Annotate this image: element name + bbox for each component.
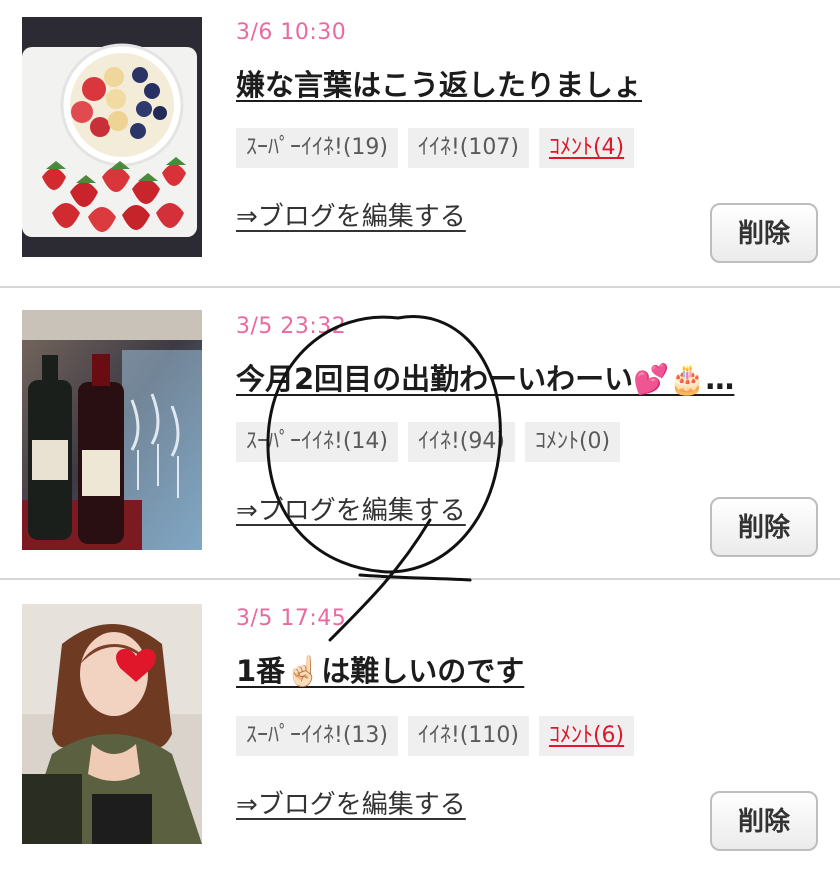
post-thumbnail-wine[interactable]	[22, 310, 202, 550]
post-title-link[interactable]: 嫌な言葉はこう返したりましょ	[236, 62, 820, 104]
blog-post-item: 3/5 23:32 今月2回目の出勤わーいわーい💕🎂… ｽｰﾊﾟｰｲｲﾈ!(14…	[0, 290, 840, 580]
super-like-count: ｽｰﾊﾟｰｲｲﾈ!(14)	[236, 422, 398, 462]
super-like-count: ｽｰﾊﾟｰｲｲﾈ!(13)	[236, 716, 398, 756]
like-count: ｲｲﾈ!(107)	[407, 128, 529, 168]
blog-post-item: 3/6 10:30 嫌な言葉はこう返したりましょ ｽｰﾊﾟｰｲｲﾈ!(19) ｲ…	[0, 0, 840, 286]
edit-blog-link[interactable]: ⇒ブログを編集する	[236, 784, 466, 821]
comment-count-link[interactable]: ｺﾒﾝﾄ(6)	[538, 716, 635, 756]
reaction-tags: ｽｰﾊﾟｰｲｲﾈ!(14) ｲｲﾈ!(94) ｺﾒﾝﾄ(0)	[236, 422, 621, 462]
reaction-tags: ｽｰﾊﾟｰｲｲﾈ!(19) ｲｲﾈ!(107) ｺﾒﾝﾄ(4)	[236, 128, 635, 168]
post-title-link[interactable]: 1番☝🏻は難しいのです	[236, 648, 820, 690]
post-date: 3/5 17:45	[236, 606, 347, 631]
post-title-link[interactable]: 今月2回目の出勤わーいわーい💕🎂…	[236, 356, 820, 398]
edit-blog-link[interactable]: ⇒ブログを編集する	[236, 490, 466, 527]
delete-button[interactable]: 削除	[710, 791, 818, 851]
post-divider	[0, 286, 840, 288]
post-thumbnail-fruit-bowl[interactable]	[22, 17, 202, 257]
delete-button[interactable]: 削除	[710, 497, 818, 557]
post-divider	[0, 578, 840, 580]
post-date: 3/6 10:30	[236, 20, 347, 45]
post-date: 3/5 23:32	[236, 314, 347, 339]
delete-button[interactable]: 削除	[710, 203, 818, 263]
blog-post-item: 3/5 17:45 1番☝🏻は難しいのです ｽｰﾊﾟｰｲｲﾈ!(13) ｲｲﾈ!…	[0, 582, 840, 874]
like-count: ｲｲﾈ!(94)	[407, 422, 515, 462]
comment-count-link[interactable]: ｺﾒﾝﾄ(0)	[524, 422, 621, 462]
reaction-tags: ｽｰﾊﾟｰｲｲﾈ!(13) ｲｲﾈ!(110) ｺﾒﾝﾄ(6)	[236, 716, 635, 756]
edit-blog-link[interactable]: ⇒ブログを編集する	[236, 196, 466, 233]
like-count: ｲｲﾈ!(110)	[407, 716, 529, 756]
comment-count-link[interactable]: ｺﾒﾝﾄ(4)	[538, 128, 635, 168]
post-thumbnail-selfie[interactable]	[22, 604, 202, 844]
super-like-count: ｽｰﾊﾟｰｲｲﾈ!(19)	[236, 128, 398, 168]
